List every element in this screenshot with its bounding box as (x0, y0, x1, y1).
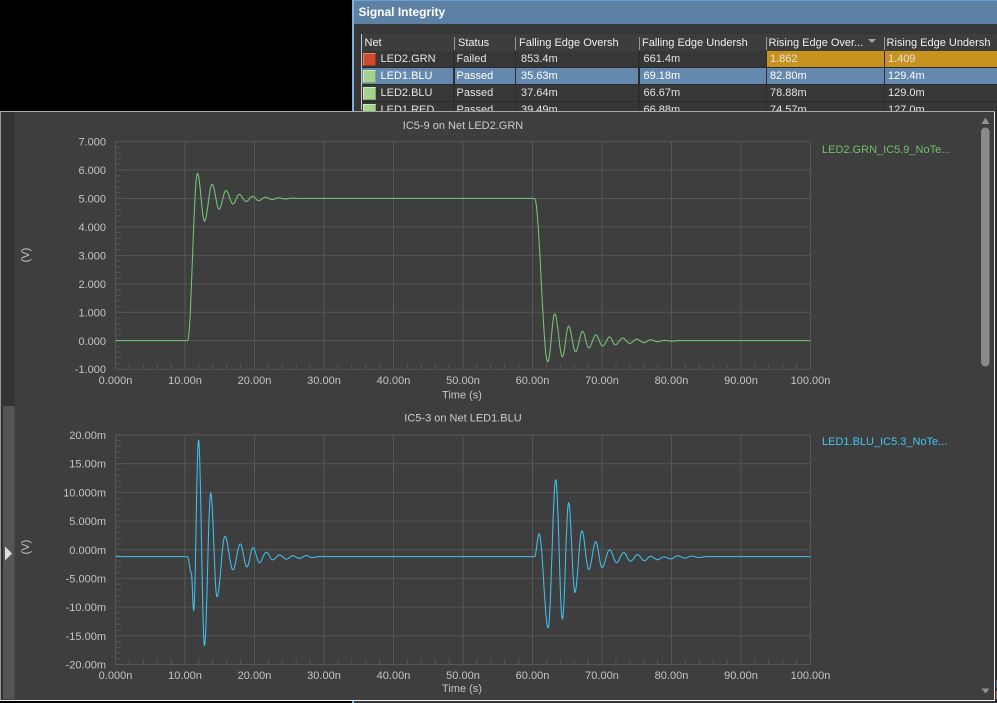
svg-text:70.00n: 70.00n (585, 375, 619, 387)
svg-text:IC5-3 on Net LED1.BLU: IC5-3 on Net LED1.BLU (404, 413, 521, 425)
svg-text:90.00n: 90.00n (724, 375, 758, 387)
svg-text:20.00n: 20.00n (238, 670, 272, 682)
svg-text:70.00n: 70.00n (585, 670, 619, 682)
svg-text:80.00n: 80.00n (655, 670, 689, 682)
svg-text:0.000n: 0.000n (99, 670, 133, 682)
svg-text:30.00n: 30.00n (307, 670, 341, 682)
svg-text:0.000n: 0.000n (99, 375, 133, 387)
svg-text:2.000: 2.000 (78, 279, 106, 291)
svg-text:10.00n: 10.00n (168, 670, 202, 682)
svg-text:Time (s): Time (s) (442, 683, 482, 695)
svg-text:-15.00m: -15.00m (66, 631, 106, 643)
svg-text:0.000m: 0.000m (69, 545, 106, 557)
svg-text:0.000: 0.000 (78, 336, 106, 348)
svg-text:50.00n: 50.00n (446, 375, 480, 387)
svg-text:10.000m: 10.000m (63, 487, 106, 499)
svg-text:90.00n: 90.00n (724, 670, 758, 682)
svg-text:40.00n: 40.00n (377, 375, 411, 387)
svg-text:IC5-9 on Net LED2.GRN: IC5-9 on Net LED2.GRN (403, 120, 523, 132)
svg-text:LED1.BLU_IC5.3_NoTe...: LED1.BLU_IC5.3_NoTe... (822, 436, 947, 448)
svg-text:LED2.GRN_IC5.9_NoTe...: LED2.GRN_IC5.9_NoTe... (822, 144, 950, 156)
svg-text:40.00n: 40.00n (377, 670, 411, 682)
svg-text:4.000: 4.000 (78, 222, 106, 234)
svg-text:5.000: 5.000 (78, 194, 106, 206)
svg-text:-5.000m: -5.000m (66, 573, 106, 585)
svg-text:(V): (V) (20, 248, 32, 263)
svg-text:(V): (V) (20, 540, 32, 555)
svg-text:100.00n: 100.00n (791, 375, 831, 387)
svg-text:6.000: 6.000 (78, 165, 106, 177)
svg-text:60.00n: 60.00n (516, 375, 550, 387)
svg-text:3.000: 3.000 (78, 250, 106, 262)
svg-text:15.00m: 15.00m (69, 459, 106, 471)
svg-text:50.00n: 50.00n (446, 670, 480, 682)
svg-text:60.00n: 60.00n (516, 670, 550, 682)
svg-text:-10.00m: -10.00m (66, 602, 106, 614)
svg-text:5.000m: 5.000m (69, 516, 106, 528)
svg-text:20.00n: 20.00n (238, 375, 272, 387)
svg-text:80.00n: 80.00n (655, 375, 689, 387)
svg-text:10.00n: 10.00n (168, 375, 202, 387)
svg-text:100.00n: 100.00n (791, 670, 831, 682)
svg-text:1.000: 1.000 (78, 307, 106, 319)
svg-text:30.00n: 30.00n (307, 375, 341, 387)
svg-text:Time (s): Time (s) (442, 390, 482, 402)
svg-text:20.00m: 20.00m (69, 430, 106, 442)
svg-text:7.000: 7.000 (78, 137, 106, 149)
